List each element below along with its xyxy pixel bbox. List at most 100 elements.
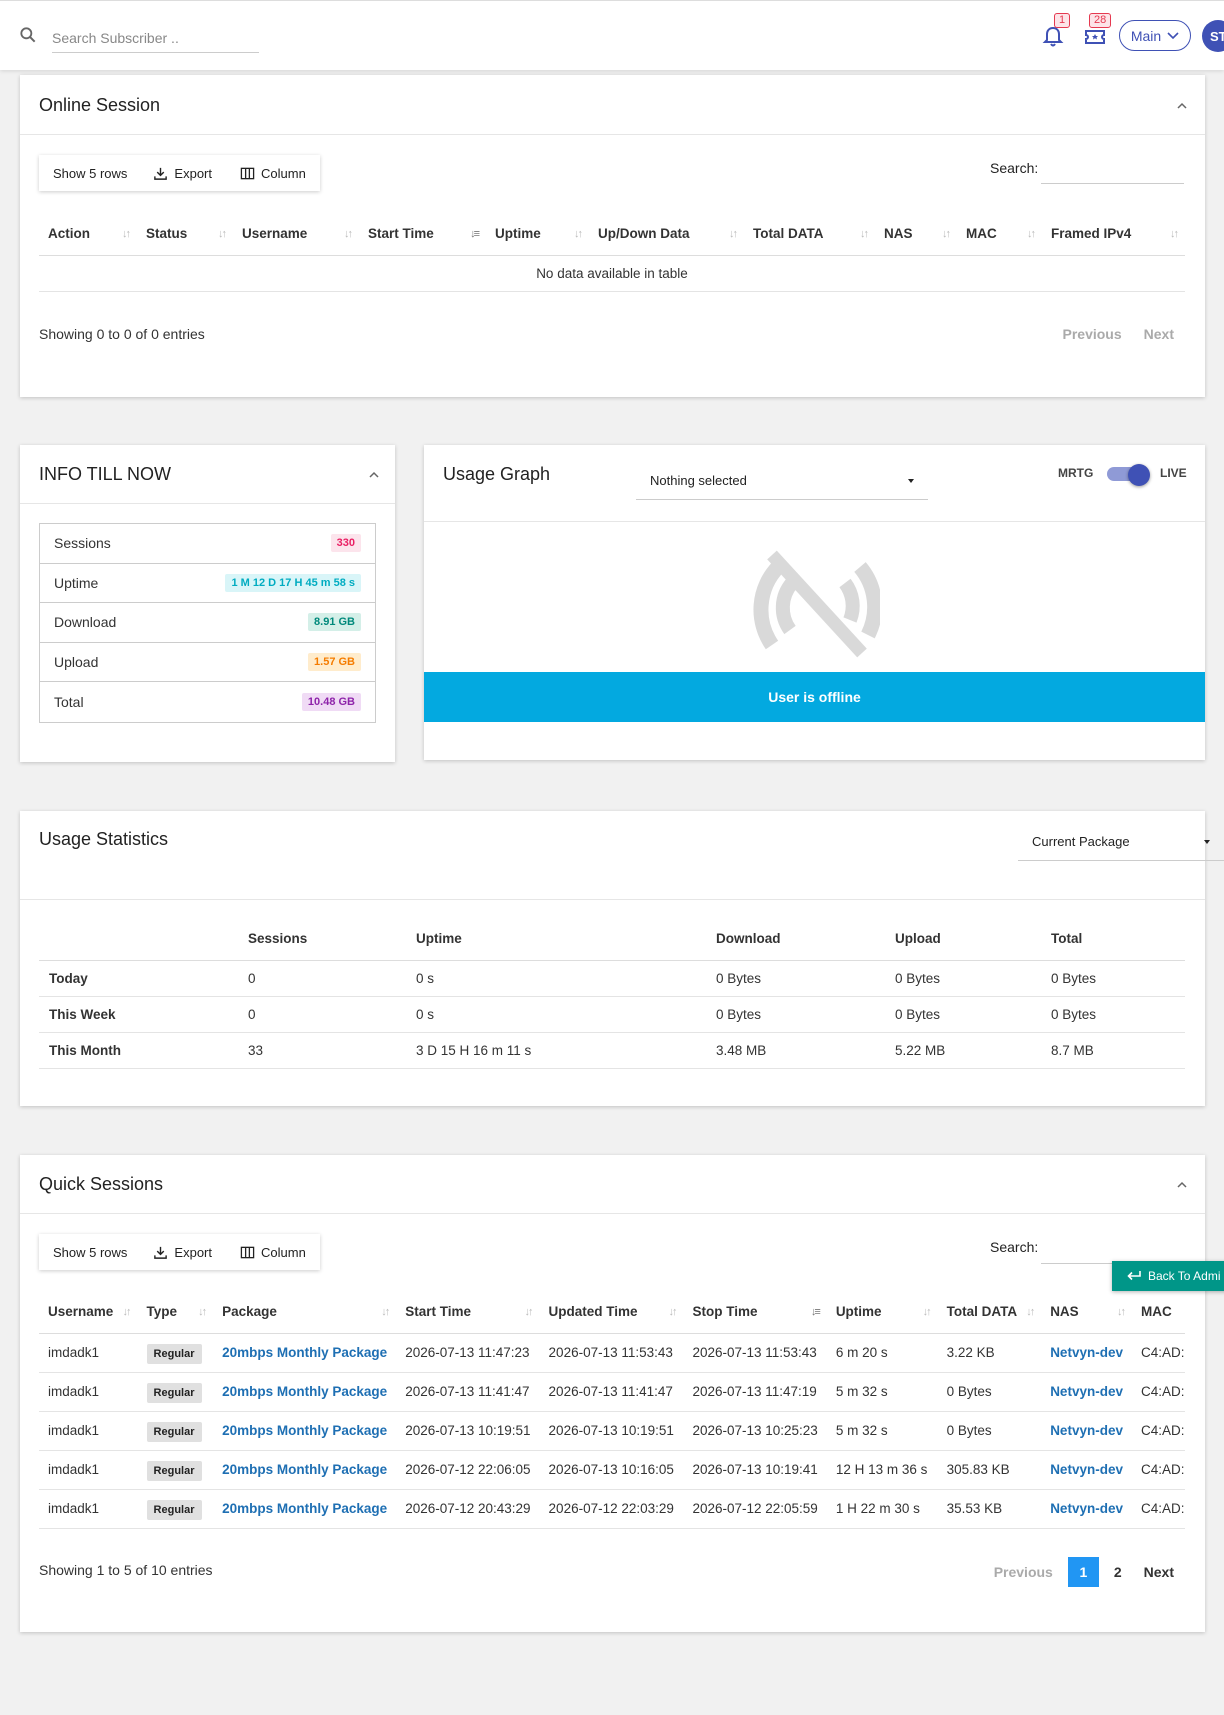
main-label: Main [1130, 27, 1162, 44]
type-badge: Regular [146, 1461, 202, 1481]
col-action[interactable]: Action ↓↑ [39, 213, 137, 256]
col-updated-time[interactable]: Updated Time ↓↑ [539, 1291, 684, 1334]
search-subscriber-input[interactable] [52, 23, 259, 53]
col-status[interactable]: Status ↓↑ [137, 213, 233, 256]
stat-cell: 3 D 15 H 16 m 11 s [406, 1032, 706, 1069]
search-label: Search: [990, 1239, 1039, 1255]
nas-link[interactable]: Netvyn-dev [1050, 1423, 1123, 1438]
collapse-icon[interactable] [367, 468, 381, 482]
table-cell: imdadk1 [39, 1450, 138, 1490]
package-link[interactable]: 20mbps Monthly Package [222, 1501, 387, 1516]
stat-col-sessions: Sessions [238, 918, 406, 961]
nas-cell: Netvyn-dev [1041, 1450, 1132, 1490]
package-link[interactable]: 20mbps Monthly Package [222, 1345, 387, 1360]
col-start-time[interactable]: Start Time ↓↑ [396, 1291, 540, 1334]
info-row: Total 10.48 GB [40, 682, 375, 722]
previous-button[interactable]: Previous [983, 1564, 1064, 1580]
stat-cell: 0 [238, 996, 406, 1033]
notification-bell-icon[interactable]: 1 [1041, 13, 1071, 49]
show-rows-button[interactable]: Show 5 rows [39, 1234, 139, 1270]
info-label: Upload [54, 654, 99, 671]
col-up-down-data[interactable]: Up/Down Data ↓↑ [589, 213, 744, 256]
table-cell: 6 m 20 s [826, 1333, 938, 1373]
download-icon [154, 167, 168, 180]
export-button[interactable]: Export [139, 155, 226, 191]
table-cell: imdadk1 [39, 1372, 138, 1412]
info-row: Uptime 1 M 12 D 17 H 45 m 58 s [40, 564, 375, 604]
stat-cell: 0 [238, 960, 406, 997]
col-username[interactable]: Username ↓↑ [233, 213, 359, 256]
page-2-button[interactable]: 2 [1103, 1564, 1133, 1580]
back-to-admin-button[interactable]: Back To Admi [1112, 1261, 1224, 1291]
col-total-data[interactable]: Total DATA ↓↑ [744, 213, 875, 256]
nas-link[interactable]: Netvyn-dev [1050, 1462, 1123, 1477]
previous-button[interactable]: Previous [1052, 326, 1133, 342]
type-badge: Regular [146, 1422, 202, 1442]
col-start-time[interactable]: Start Time ↓≡ [359, 213, 486, 256]
online-session-table: Action ↓↑ Status ↓↑ Username ↓↑ Start Time ↓… [39, 213, 1185, 292]
table-cell: 0 Bytes [937, 1372, 1042, 1412]
pagination: Previous 1 2 Next [983, 1557, 1185, 1587]
export-button[interactable]: Export [139, 1234, 226, 1270]
top-bar: 1 28 Main ST [0, 0, 1224, 70]
table-cell: 2026-07-12 22:05:59 [683, 1489, 827, 1529]
col-total-data[interactable]: Total DATA ↓↑ [937, 1291, 1042, 1334]
col-uptime[interactable]: Uptime ↓↑ [826, 1291, 938, 1334]
toggle-knob[interactable] [1128, 464, 1150, 486]
table-cell: C4:AD:3 [1131, 1489, 1185, 1529]
col-framed-ipv4[interactable]: Framed IPv4 ↓↑ [1042, 213, 1185, 256]
ticket-icon[interactable]: 28 [1083, 13, 1112, 49]
show-rows-label: Show 5 rows [53, 1244, 128, 1260]
table-cell: 2026-07-13 10:19:51 [396, 1411, 540, 1451]
nas-link[interactable]: Netvyn-dev [1050, 1345, 1123, 1360]
stat-cell: 3.48 MB [706, 1032, 885, 1069]
type-badge: Regular [146, 1383, 202, 1403]
table-info: Showing 1 to 5 of 10 entries [39, 1562, 213, 1578]
search-icon[interactable] [18, 25, 38, 45]
search-label: Search: [990, 160, 1039, 176]
table-cell: imdadk1 [39, 1489, 138, 1529]
col-nas[interactable]: NAS ↓↑ [1041, 1291, 1132, 1334]
graph-select[interactable]: Nothing selected [636, 462, 928, 500]
col-stop-time[interactable]: Stop Time ↓≡ [683, 1291, 827, 1334]
nas-link[interactable]: Netvyn-dev [1050, 1384, 1123, 1399]
col-mac[interactable]: MAC ↓↑ [957, 213, 1042, 256]
show-rows-button[interactable]: Show 5 rows [39, 155, 139, 191]
column-button[interactable]: Column [226, 155, 320, 191]
divider [20, 1213, 1205, 1214]
nas-cell: Netvyn-dev [1041, 1333, 1132, 1373]
package-select[interactable]: Current Package [1018, 823, 1224, 861]
table-buttons: Show 5 rows Export Column [39, 155, 320, 191]
col-nas[interactable]: NAS ↓↑ [875, 213, 957, 256]
notification-count-badge: 1 [1054, 13, 1071, 28]
table-cell: 2026-07-13 10:19:41 [683, 1450, 827, 1490]
user-avatar[interactable]: ST [1202, 20, 1224, 52]
table-cell: 2026-07-13 11:41:47 [396, 1372, 540, 1412]
page-1-button[interactable]: 1 [1067, 1557, 1099, 1587]
table-search-input[interactable] [1041, 183, 1184, 184]
col-username[interactable]: Username ↓↑ [39, 1291, 138, 1334]
collapse-icon[interactable] [1175, 99, 1189, 113]
col-type[interactable]: Type ↓↑ [137, 1291, 214, 1334]
next-button[interactable]: Next [1133, 326, 1185, 342]
package-link[interactable]: 20mbps Monthly Package [222, 1462, 387, 1477]
usage-graph-title: Usage Graph [443, 464, 551, 484]
stat-row-label: This Week [39, 996, 238, 1033]
nas-cell: Netvyn-dev [1041, 1372, 1132, 1412]
col-package[interactable]: Package ↓↑ [213, 1291, 397, 1334]
col-mac[interactable]: MAC [1131, 1291, 1185, 1334]
online-session-title: Online Session [39, 95, 161, 115]
main-dropdown-button[interactable]: Main [1119, 20, 1191, 51]
nas-link[interactable]: Netvyn-dev [1050, 1501, 1123, 1516]
col-uptime[interactable]: Uptime ↓↑ [486, 213, 589, 256]
column-button[interactable]: Column [226, 1234, 320, 1270]
table-cell: 2026-07-13 11:53:43 [683, 1333, 827, 1373]
info-value-badge: 10.48 GB [301, 693, 361, 712]
ticket-count-badge: 28 [1089, 13, 1112, 28]
collapse-icon[interactable] [1175, 1178, 1189, 1192]
next-button[interactable]: Next [1133, 1564, 1185, 1580]
package-link[interactable]: 20mbps Monthly Package [222, 1384, 387, 1399]
stat-col-blank [39, 918, 238, 961]
caret-down-icon [908, 478, 914, 483]
package-link[interactable]: 20mbps Monthly Package [222, 1423, 387, 1438]
